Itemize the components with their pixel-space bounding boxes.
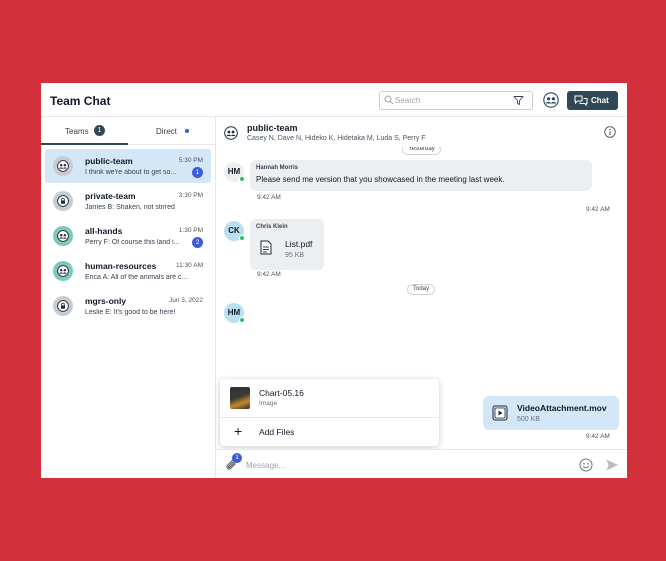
own-file-message-bubble[interactable]: VideoAttachment.mov 500 KB bbox=[483, 396, 619, 430]
team-preview: James B: Shaken, not stirred bbox=[85, 204, 175, 211]
lock-icon bbox=[57, 300, 69, 312]
users-icon bbox=[224, 126, 238, 140]
image-thumbnail[interactable] bbox=[230, 387, 250, 409]
unread-badge: 2 bbox=[192, 237, 203, 248]
users-icon bbox=[57, 230, 69, 242]
day-divider-today: Today bbox=[407, 284, 435, 295]
team-item-public-team[interactable]: public-team 5:30 PM I think we're about … bbox=[45, 149, 211, 183]
tab-teams-label: Teams bbox=[65, 127, 89, 136]
filter-icon[interactable] bbox=[513, 95, 524, 106]
team-name: public-team bbox=[85, 156, 133, 166]
top-bar: Team Chat Search Chat bbox=[41, 83, 627, 117]
users-icon bbox=[57, 160, 69, 172]
file-name: VideoAttachment.mov bbox=[517, 403, 607, 413]
sidebar: Teams 1 Direct public-team 5:30 PM I thi… bbox=[41, 117, 216, 478]
message-input[interactable] bbox=[246, 459, 566, 471]
team-item-human-resources[interactable]: human-resources 11:30 AM Erica A: All of… bbox=[45, 254, 211, 288]
chat-header: public-team Casey N, Dave N, Hideko K, H… bbox=[216, 117, 627, 147]
attachment-count-badge: 1 bbox=[232, 453, 242, 463]
team-item-mgrs-only[interactable]: mgrs-only Jun 3, 2022 Leslie E: It's goo… bbox=[45, 289, 211, 323]
tab-direct[interactable]: Direct bbox=[128, 117, 216, 145]
search-icon bbox=[384, 95, 394, 105]
chat-panel: Yesterday public-team Casey N, Dave N, H… bbox=[216, 117, 627, 478]
message-text: Please send me version that you showcase… bbox=[256, 175, 505, 184]
team-avatar bbox=[53, 261, 73, 281]
video-file-icon bbox=[492, 405, 508, 421]
team-preview: I think we're about to get so... bbox=[85, 169, 177, 176]
app-title: Team Chat bbox=[50, 94, 111, 108]
info-icon[interactable] bbox=[604, 126, 616, 138]
team-name: private-team bbox=[85, 191, 136, 201]
team-avatar bbox=[53, 226, 73, 246]
lock-icon bbox=[57, 195, 69, 207]
team-time: 11:30 AM bbox=[176, 262, 203, 269]
message-time: 9:42 AM bbox=[257, 194, 281, 201]
message-bubble: Hannah Morris Please send me version tha… bbox=[250, 160, 592, 191]
search-input[interactable]: Search bbox=[379, 91, 533, 110]
team-name: human-resources bbox=[85, 261, 157, 271]
file-size: 95 KB bbox=[285, 252, 305, 259]
avatar[interactable]: CK bbox=[224, 221, 245, 241]
add-files-button[interactable]: Add Files bbox=[259, 427, 294, 437]
message-time: 9:42 AM bbox=[586, 433, 610, 440]
avatar-initials: HM bbox=[227, 167, 241, 176]
message-time: 9:42 AM bbox=[586, 206, 610, 213]
team-item-private-team[interactable]: private-team 3:30 PM James B: Shaken, no… bbox=[45, 184, 211, 218]
message-sender: Chris Klein bbox=[256, 224, 288, 230]
tab-direct-label: Direct bbox=[156, 127, 177, 136]
team-preview: Erica A: All of the animals are ca... bbox=[85, 274, 189, 281]
team-preview: Leslie E: It's good to be here! bbox=[85, 309, 176, 316]
users-icon bbox=[57, 265, 69, 277]
file-size: 500 KB bbox=[517, 416, 540, 423]
search-placeholder: Search bbox=[395, 96, 421, 105]
plus-icon[interactable]: + bbox=[234, 424, 242, 438]
avatar[interactable]: HM bbox=[224, 303, 245, 323]
team-time: Jun 3, 2022 bbox=[169, 297, 203, 304]
menu-divider bbox=[220, 417, 439, 418]
tab-teams[interactable]: Teams 1 bbox=[41, 117, 128, 145]
team-name: all-hands bbox=[85, 226, 123, 236]
team-avatar bbox=[53, 191, 73, 211]
team-chat-window: Team Chat Search Chat Teams 1 Direct pub… bbox=[41, 83, 627, 478]
tab-teams-badge: 1 bbox=[94, 125, 105, 136]
message-time: 9:42 AM bbox=[257, 271, 281, 278]
message-sender: Hannah Morris bbox=[256, 165, 299, 171]
document-icon bbox=[260, 240, 272, 255]
channel-name: public-team bbox=[247, 123, 298, 133]
chat-bubbles-icon bbox=[574, 95, 588, 106]
unread-badge: 1 bbox=[192, 167, 203, 178]
team-time: 3:30 PM bbox=[178, 192, 203, 199]
team-avatar bbox=[53, 156, 73, 176]
team-avatar bbox=[53, 296, 73, 316]
attachment-type: Image bbox=[259, 400, 278, 407]
online-status-dot bbox=[239, 317, 245, 323]
message-composer: 1 bbox=[216, 449, 627, 478]
avatar[interactable]: HM bbox=[224, 162, 245, 182]
chat-button-label: Chat bbox=[591, 96, 609, 105]
team-item-all-hands[interactable]: all-hands 1:30 PM Perry F: Of course thi… bbox=[45, 219, 211, 253]
team-time: 5:30 PM bbox=[178, 157, 203, 164]
unread-dot bbox=[185, 129, 189, 133]
new-chat-button[interactable]: Chat bbox=[567, 91, 618, 110]
send-icon[interactable] bbox=[605, 458, 619, 472]
online-status-dot bbox=[239, 235, 245, 241]
file-name: List.pdf bbox=[285, 239, 313, 249]
team-name: mgrs-only bbox=[85, 296, 127, 306]
team-members-icon[interactable] bbox=[543, 92, 559, 108]
team-time: 1:30 PM bbox=[178, 227, 203, 234]
emoji-icon[interactable] bbox=[579, 458, 593, 472]
team-preview: Perry F: Of course this land i... bbox=[85, 239, 180, 246]
attach-menu: Chart-05.16 Image + Add Files bbox=[220, 379, 439, 446]
attachment-title[interactable]: Chart-05.16 bbox=[259, 388, 304, 398]
channel-members: Casey N, Dave N, Hideko K, Hidetaka M, L… bbox=[247, 135, 426, 142]
avatar-initials: HM bbox=[227, 308, 241, 317]
online-status-dot bbox=[239, 176, 245, 182]
avatar-initials: CK bbox=[228, 226, 240, 235]
file-message-bubble[interactable]: Chris Klein List.pdf 95 KB bbox=[250, 219, 324, 270]
